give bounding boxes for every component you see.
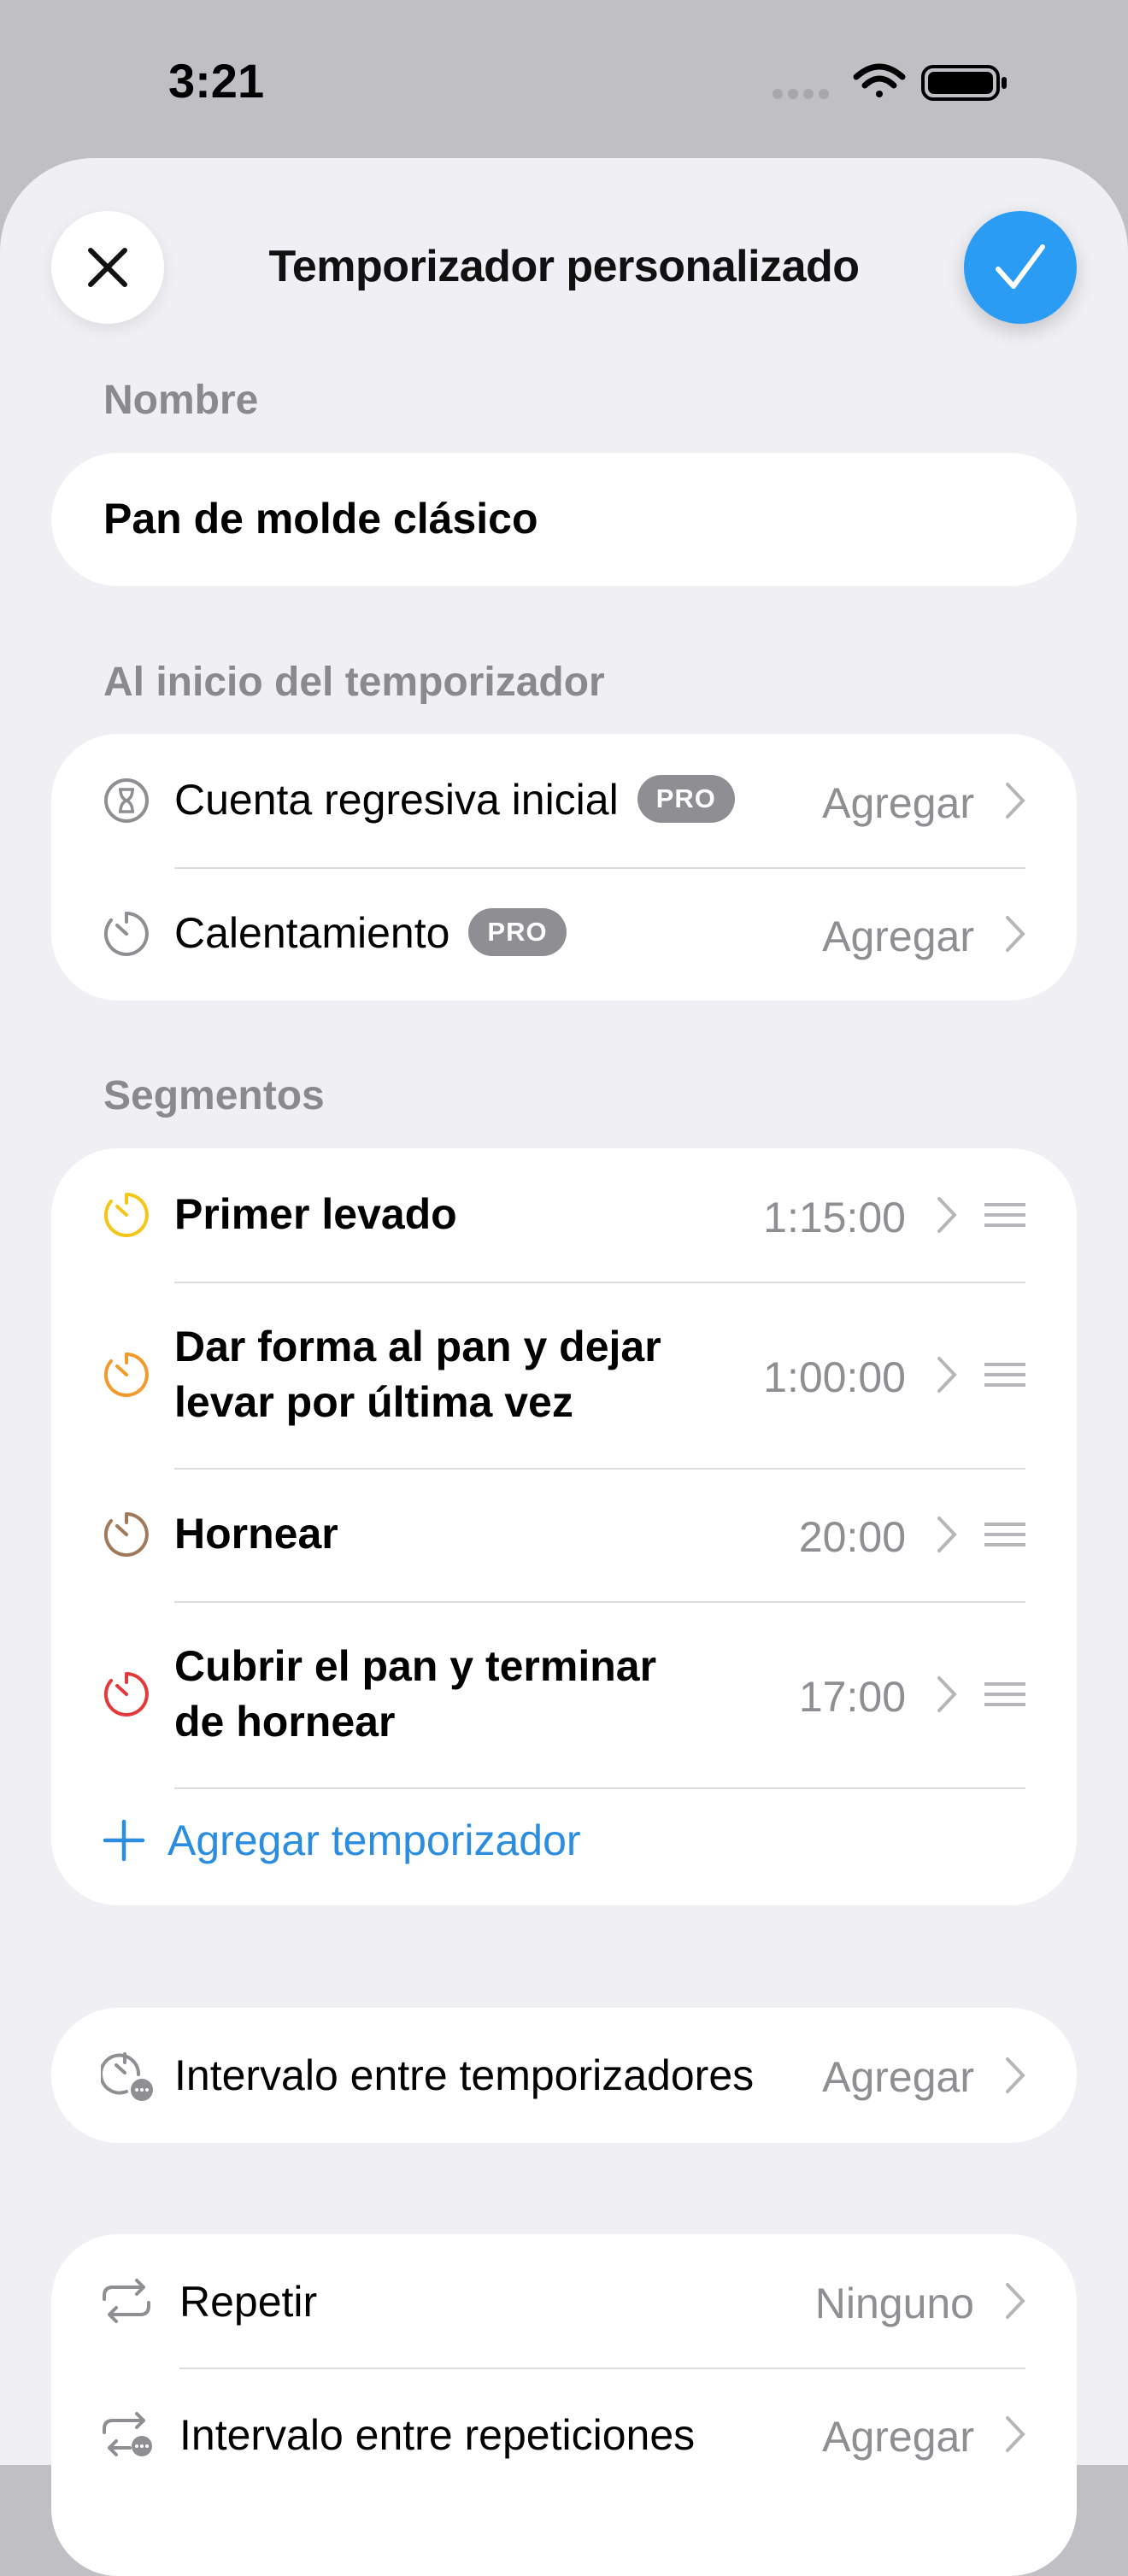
chevron-right-icon (937, 1197, 957, 1233)
custom-timer-sheet: Temporizador personalizado Nombre Pan de… (0, 158, 1128, 2576)
segment-row[interactable]: Dar forma al pan y dejar levar por últim… (51, 1282, 1077, 1468)
add-timer-button[interactable]: Agregar temporizador (103, 1810, 581, 1870)
repeat-row[interactable]: Repetir Ninguno (51, 2234, 1077, 2368)
start-options-card: Cuenta regresiva inicial PRO Agregar Cale… (51, 734, 1077, 1000)
chevron-right-icon (1006, 2057, 1025, 2093)
chevron-right-icon (937, 1676, 957, 1712)
timer-icon (103, 1193, 149, 1237)
name-field[interactable]: Pan de molde clásico (51, 453, 1077, 586)
segment-time: 17:00 (798, 1673, 906, 1721)
repeat-icon (103, 2279, 150, 2323)
segment-time: 1:00:00 (763, 1353, 906, 1401)
repeat-value: Ninguno (814, 2280, 974, 2327)
name-value: Pan de molde clásico (103, 495, 538, 543)
warmup-value: Agregar (822, 912, 974, 960)
divider (174, 1787, 1025, 1789)
chevron-right-icon (1006, 916, 1025, 952)
start-section-label: Al inicio del temporizador (103, 660, 605, 705)
repeat-interval-row[interactable]: Intervalo entre repeticiones Agregar (51, 2368, 1077, 2501)
timer-icon (103, 1512, 149, 1557)
timer-interval-value: Agregar (822, 2053, 974, 2101)
repeat-card: Repetir Ninguno Intervalo entre repetici… (51, 2234, 1077, 2576)
wifi-icon (853, 63, 906, 97)
chevron-right-icon (937, 1357, 957, 1393)
timer-interval-label: Intervalo entre temporizadores (174, 2051, 755, 2099)
segments-section-label: Segmentos (103, 1073, 325, 1118)
plus-icon (103, 1819, 145, 1862)
segments-card: Primer levado 1:15:00 Dar forma al pan y… (51, 1148, 1077, 1905)
drag-handle-icon[interactable] (984, 1522, 1025, 1547)
chevron-right-icon (1006, 2283, 1025, 2319)
timer-icon (103, 1672, 149, 1716)
confirm-button[interactable] (964, 211, 1077, 324)
pro-badge: PRO (637, 774, 735, 823)
segment-row[interactable]: Hornear 20:00 (51, 1468, 1077, 1601)
timer-interval-row[interactable]: Intervalo entre temporizadores Agregar (51, 2008, 1077, 2143)
checkmark-icon (996, 244, 1045, 289)
drag-handle-icon[interactable] (984, 1362, 1025, 1388)
status-bar: 3:21 (0, 0, 1128, 158)
chevron-right-icon (937, 1517, 957, 1552)
pro-badge: PRO (468, 907, 567, 956)
chevron-right-icon (1006, 783, 1025, 819)
cellular-signal-icon (773, 89, 829, 99)
timer-icon (103, 1353, 149, 1397)
repeat-interval-label: Intervalo entre repeticiones (179, 2411, 696, 2459)
drag-handle-icon[interactable] (984, 1681, 1025, 1707)
hourglass-icon (104, 778, 149, 823)
initial-countdown-row[interactable]: Cuenta regresiva inicial PRO Agregar (51, 734, 1077, 867)
segment-label: Dar forma al pan y dejar levar por últim… (174, 1323, 661, 1426)
warmup-row[interactable]: Calentamiento PRO Agregar (51, 867, 1077, 1000)
add-timer-label: Agregar temporizador (167, 1816, 581, 1864)
segment-time: 20:00 (798, 1513, 906, 1561)
repeat-label: Repetir (179, 2278, 318, 2326)
status-icons (773, 63, 1007, 101)
initial-countdown-value: Agregar (822, 779, 974, 827)
segment-row[interactable]: Primer levado 1:15:00 (51, 1148, 1077, 1282)
repeat-interval-icon (103, 2412, 152, 2456)
segment-label: Cubrir el pan y terminar de hornear (174, 1642, 657, 1746)
warmup-label: Calentamiento (174, 909, 450, 957)
timer-icon (103, 912, 149, 956)
segment-label: Primer levado (174, 1190, 457, 1238)
status-time: 3:21 (168, 54, 265, 108)
segment-row[interactable]: Cubrir el pan y terminar de hornear 17:0… (51, 1601, 1077, 1787)
repeat-interval-value: Agregar (822, 2413, 974, 2461)
chevron-right-icon (1006, 2416, 1025, 2452)
interval-card: Intervalo entre temporizadores Agregar (51, 2008, 1077, 2143)
page-title: Temporizador personalizado (268, 242, 860, 291)
name-section-label: Nombre (103, 378, 259, 423)
segment-label: Hornear (174, 1510, 338, 1558)
initial-countdown-label: Cuenta regresiva inicial (174, 776, 619, 824)
segment-time: 1:15:00 (763, 1194, 906, 1241)
timer-interval-icon (101, 2052, 153, 2101)
battery-icon (921, 65, 1007, 101)
drag-handle-icon[interactable] (984, 1202, 1025, 1228)
